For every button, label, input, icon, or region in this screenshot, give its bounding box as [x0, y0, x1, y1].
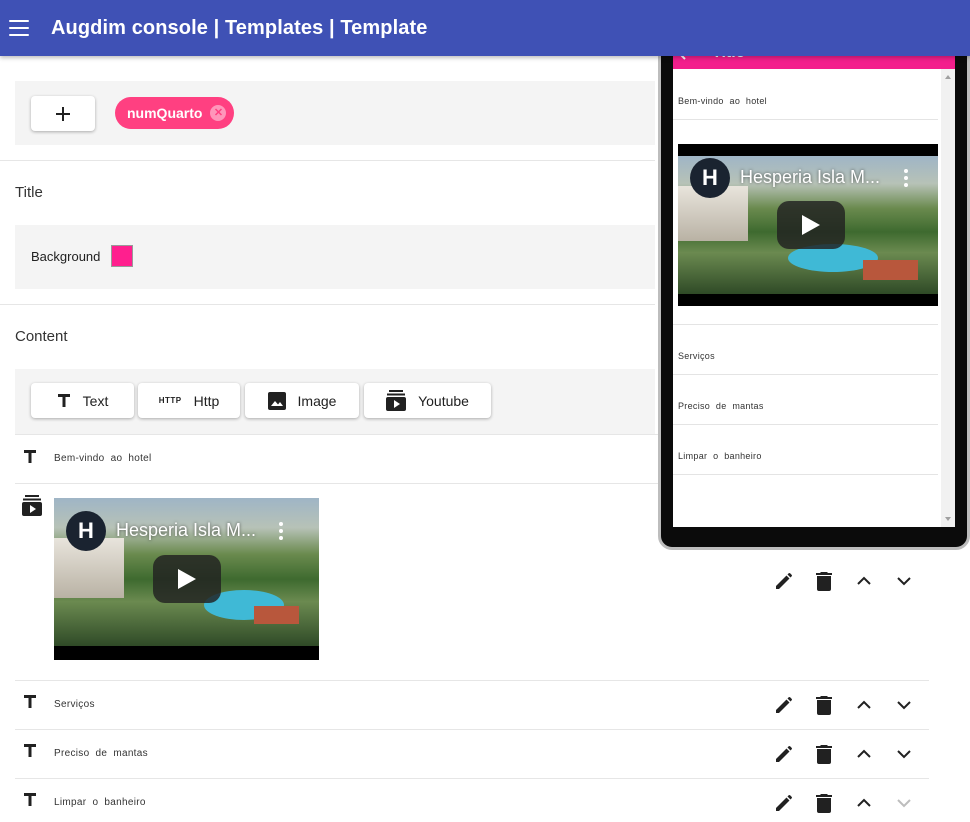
play-icon — [178, 569, 196, 589]
channel-logo: H — [66, 511, 106, 551]
image-icon — [267, 391, 286, 410]
preview-item: Limpar o banheiro — [678, 451, 762, 461]
chevron-down-icon — [892, 791, 916, 815]
add-http-button[interactable]: HTTP Http — [138, 383, 240, 418]
scroll-up-icon[interactable] — [945, 75, 951, 79]
item-actions — [772, 791, 922, 815]
background-label: Background — [31, 249, 101, 264]
add-variable-button[interactable] — [31, 96, 95, 131]
item-actions — [772, 693, 922, 717]
content-item-text: Bem-vindo ao hotel — [54, 453, 152, 464]
item-actions — [772, 569, 922, 593]
variables-panel: numQuarto ✕ — [15, 81, 655, 145]
cancel-icon[interactable]: ✕ — [210, 105, 227, 121]
add-http-label: Http — [193, 392, 220, 409]
add-youtube-button[interactable]: Youtube — [364, 383, 491, 418]
more-vert-icon[interactable] — [904, 169, 908, 187]
title-section-heading: Title — [15, 184, 43, 201]
play-button[interactable] — [153, 555, 221, 603]
content-item-text: Serviços — [54, 699, 95, 710]
pencil-icon[interactable] — [772, 742, 796, 766]
format-t-icon — [23, 694, 37, 714]
add-youtube-label: Youtube — [418, 392, 469, 409]
http-icon: HTTP — [158, 396, 182, 405]
pencil-icon[interactable] — [772, 569, 796, 593]
phone-screen: Title Bem-vindo ao hotel H Hesperia Isla… — [673, 37, 955, 527]
background-panel: Background — [15, 225, 655, 289]
preview-scrollbar[interactable] — [941, 69, 955, 527]
video-title: Hesperia Isla M... — [116, 520, 257, 540]
youtube-icon — [386, 390, 407, 411]
divider — [0, 160, 655, 161]
youtube-video[interactable]: H Hesperia Isla M... — [54, 498, 319, 660]
item-actions — [772, 742, 922, 766]
preview-youtube-video[interactable]: H Hesperia Isla M... — [678, 144, 938, 306]
scroll-down-icon[interactable] — [945, 517, 951, 521]
preview-divider — [673, 324, 938, 325]
preview-divider — [673, 119, 938, 120]
content-toolbar: Text HTTP Http Image Youtube — [15, 369, 655, 434]
row-divider — [15, 778, 929, 779]
variable-chip[interactable]: numQuarto ✕ — [115, 97, 235, 129]
add-text-button[interactable]: Text — [31, 383, 134, 418]
pencil-icon[interactable] — [772, 791, 796, 815]
chevron-down-icon[interactable] — [892, 569, 916, 593]
add-image-label: Image — [297, 392, 337, 409]
preview-item: Preciso de mantas — [678, 401, 764, 411]
preview-divider — [673, 474, 938, 475]
background-color-swatch[interactable] — [111, 245, 133, 267]
format-t-icon — [57, 393, 71, 408]
app-title: Augdim console | Templates | Template — [51, 16, 428, 39]
menu-icon[interactable] — [9, 20, 29, 36]
preview-divider — [673, 374, 938, 375]
chevron-up-icon[interactable] — [852, 742, 876, 766]
chevron-up-icon[interactable] — [852, 569, 876, 593]
youtube-icon — [22, 495, 42, 521]
content-section-heading: Content — [15, 328, 68, 345]
add-image-button[interactable]: Image — [245, 383, 359, 418]
channel-logo: H — [690, 158, 730, 198]
preview-divider — [673, 424, 938, 425]
format-t-icon — [23, 743, 37, 763]
preview-item: Serviços — [678, 351, 715, 361]
format-t-icon — [23, 449, 37, 469]
chevron-up-icon[interactable] — [852, 791, 876, 815]
chevron-up-icon[interactable] — [852, 693, 876, 717]
phone-preview: Title Bem-vindo ao hotel H Hesperia Isla… — [658, 13, 970, 550]
trash-icon[interactable] — [812, 569, 836, 593]
row-divider — [15, 729, 929, 730]
play-icon — [802, 215, 820, 235]
add-text-label: Text — [82, 392, 109, 409]
row-divider — [15, 680, 929, 681]
more-vert-icon[interactable] — [279, 522, 283, 540]
preview-video-title: Hesperia Isla M... — [740, 167, 881, 187]
trash-icon[interactable] — [812, 742, 836, 766]
pencil-icon[interactable] — [772, 693, 796, 717]
trash-icon[interactable] — [812, 693, 836, 717]
divider — [0, 304, 655, 305]
plus-icon — [56, 106, 70, 121]
format-t-icon — [23, 792, 37, 812]
preview-item: Bem-vindo ao hotel — [678, 96, 767, 106]
content-item-text: Limpar o banheiro — [54, 797, 146, 808]
chevron-down-icon[interactable] — [892, 742, 916, 766]
content-item-text: Preciso de mantas — [54, 748, 148, 759]
chevron-down-icon[interactable] — [892, 693, 916, 717]
trash-icon[interactable] — [812, 791, 836, 815]
app-bar: Augdim console | Templates | Template — [0, 0, 970, 56]
play-button[interactable] — [777, 201, 845, 249]
variable-chip-label: numQuarto — [127, 105, 203, 121]
